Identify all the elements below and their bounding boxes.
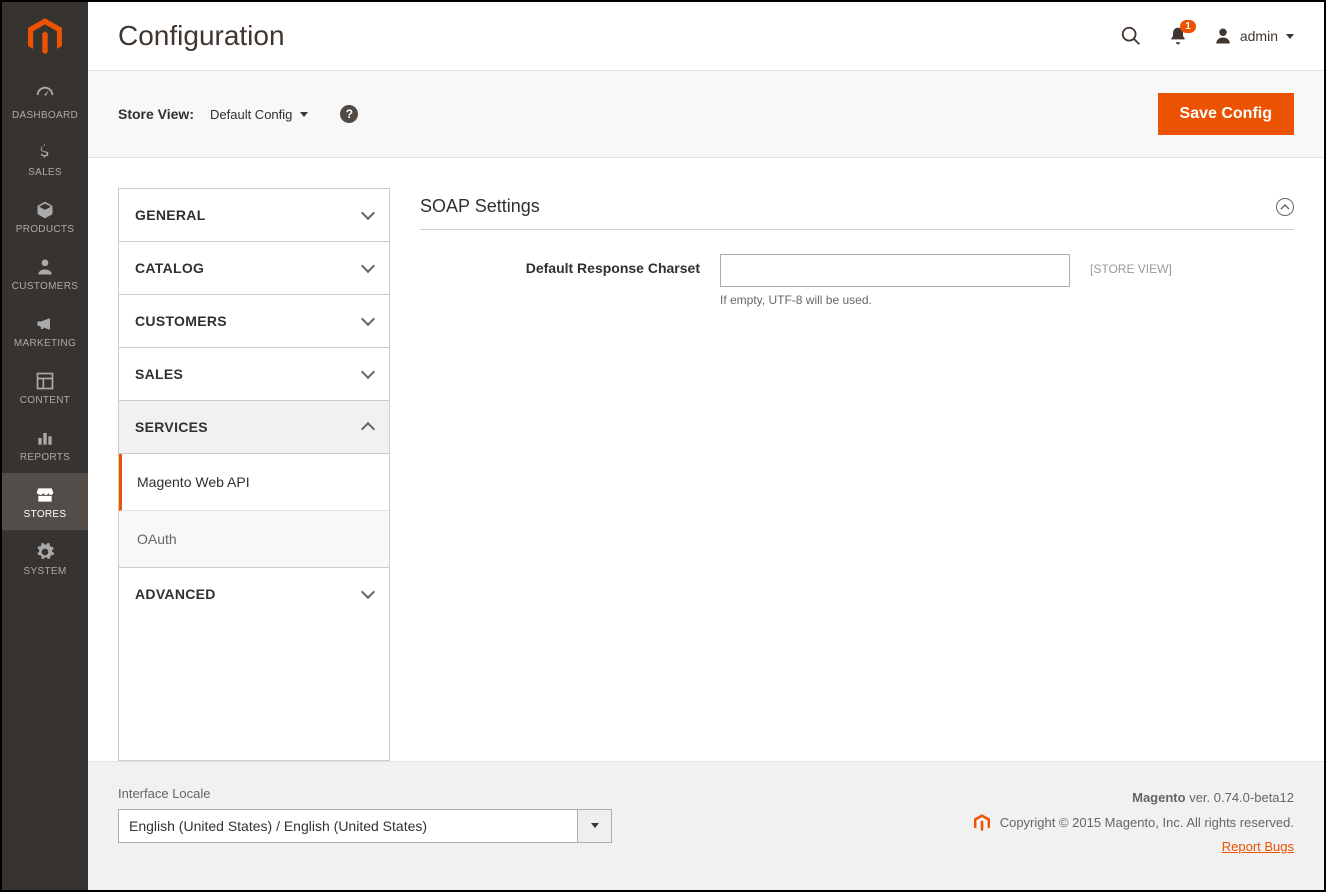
nav-content[interactable]: CONTENT [2,359,88,416]
megaphone-icon [6,314,84,334]
user-icon [1214,27,1232,45]
config-item-oauth[interactable]: OAuth [119,511,389,568]
nav-products[interactable]: PRODUCTS [2,188,88,245]
collapse-icon [1276,198,1294,216]
version-text: ver. 0.74.0-beta12 [1186,790,1294,805]
scope-help-button[interactable]: ? [340,105,358,123]
config-sub-services: Magento Web API OAuth [119,454,389,568]
config-item-webapi[interactable]: Magento Web API [119,454,389,511]
admin-user-menu[interactable]: admin [1214,27,1294,45]
config-tab-label: SALES [135,366,183,382]
nav-label: SYSTEM [24,566,67,577]
nav-label: STORES [24,509,67,520]
report-bugs-link[interactable]: Report Bugs [1222,839,1294,854]
nav-label: CONTENT [20,395,70,406]
config-tab-label: CUSTOMERS [135,313,227,329]
save-config-button[interactable]: Save Config [1158,93,1294,135]
page-title: Configuration [118,20,285,52]
nav-label: CUSTOMERS [12,281,78,292]
page-header: Configuration 1 admin [88,2,1324,70]
chevron-up-icon [361,422,375,436]
gear-icon [6,542,84,562]
caret-down-icon [300,112,308,117]
default-response-charset-input[interactable] [720,254,1070,287]
config-tab-general[interactable]: GENERAL [119,189,389,242]
person-icon [6,257,84,277]
bars-icon [6,428,84,448]
scope-selector[interactable]: Default Config [210,107,308,122]
nav-dashboard[interactable]: DASHBOARD [2,72,88,131]
notifications-button[interactable]: 1 [1168,26,1188,46]
nav-label: PRODUCTS [16,224,75,235]
nav-label: SALES [28,167,62,178]
caret-down-icon [1286,34,1294,39]
nav-system[interactable]: SYSTEM [2,530,88,587]
magento-logo-icon [28,18,62,56]
section-soap-settings-header[interactable]: SOAP Settings [420,188,1294,230]
admin-username: admin [1240,28,1278,44]
nav-marketing[interactable]: MARKETING [2,302,88,359]
nav-stores[interactable]: STORES [2,473,88,530]
nav-reports[interactable]: REPORTS [2,416,88,473]
page-footer: Interface Locale English (United States)… [88,761,1324,890]
box-icon [6,200,84,220]
locale-select[interactable]: English (United States) / English (Unite… [118,809,612,843]
version-line: Magento ver. 0.74.0-beta12 [974,786,1294,811]
notification-badge: 1 [1180,20,1196,33]
chevron-down-icon [361,312,375,326]
nav-label: DASHBOARD [12,110,78,121]
version-product: Magento [1132,790,1185,805]
config-tab-label: GENERAL [135,207,206,223]
search-icon [1120,25,1142,47]
config-item-label: Magento Web API [137,474,250,490]
copyright-line: Copyright © 2015 Magento, Inc. All right… [974,811,1294,836]
config-tab-catalog[interactable]: CATALOG [119,242,389,295]
caret-down-icon [591,823,599,828]
chevron-down-icon [361,206,375,220]
config-tab-label: ADVANCED [135,586,216,602]
config-nav: GENERAL CATALOG CUSTOMERS SALES SERVICES [118,188,390,761]
magento-logo-small-icon [974,814,990,832]
config-tab-label: CATALOG [135,260,204,276]
admin-sidebar: DASHBOARD SALES PRODUCTS CUSTOMERS MARKE… [2,2,88,890]
config-tab-sales[interactable]: SALES [119,348,389,401]
config-tab-label: SERVICES [135,419,208,435]
magento-logo[interactable] [2,2,88,72]
scope-toolbar: Store View: Default Config ? Save Config [88,70,1324,158]
nav-sales[interactable]: SALES [2,131,88,188]
dollar-icon [6,143,84,163]
field-label: Default Response Charset [420,254,700,276]
chevron-down-icon [361,259,375,273]
locale-value: English (United States) / English (Unite… [118,809,578,843]
chevron-down-icon [361,365,375,379]
dashboard-icon [6,84,84,106]
section-title: SOAP Settings [420,196,540,217]
nav-label: REPORTS [20,452,70,463]
config-panel: SOAP Settings Default Response Charset I… [420,188,1294,761]
field-default-response-charset: Default Response Charset If empty, UTF-8… [420,230,1294,307]
scope-value: Default Config [210,107,292,122]
locale-label: Interface Locale [118,786,612,801]
field-note: If empty, UTF-8 will be used. [720,293,1070,307]
storefront-icon [6,485,84,505]
chevron-down-icon [361,585,375,599]
config-tab-advanced[interactable]: ADVANCED [119,568,389,620]
copyright-text: Copyright © 2015 Magento, Inc. All right… [1000,815,1294,830]
config-item-label: OAuth [137,531,177,547]
search-button[interactable] [1120,25,1142,47]
layout-icon [6,371,84,391]
config-tab-customers[interactable]: CUSTOMERS [119,295,389,348]
nav-label: MARKETING [14,338,76,349]
scope-label: Store View: [118,106,194,122]
locale-dropdown-arrow[interactable] [578,809,612,843]
config-tab-services[interactable]: SERVICES [119,401,389,454]
nav-customers[interactable]: CUSTOMERS [2,245,88,302]
field-scope: [STORE VIEW] [1090,254,1172,276]
